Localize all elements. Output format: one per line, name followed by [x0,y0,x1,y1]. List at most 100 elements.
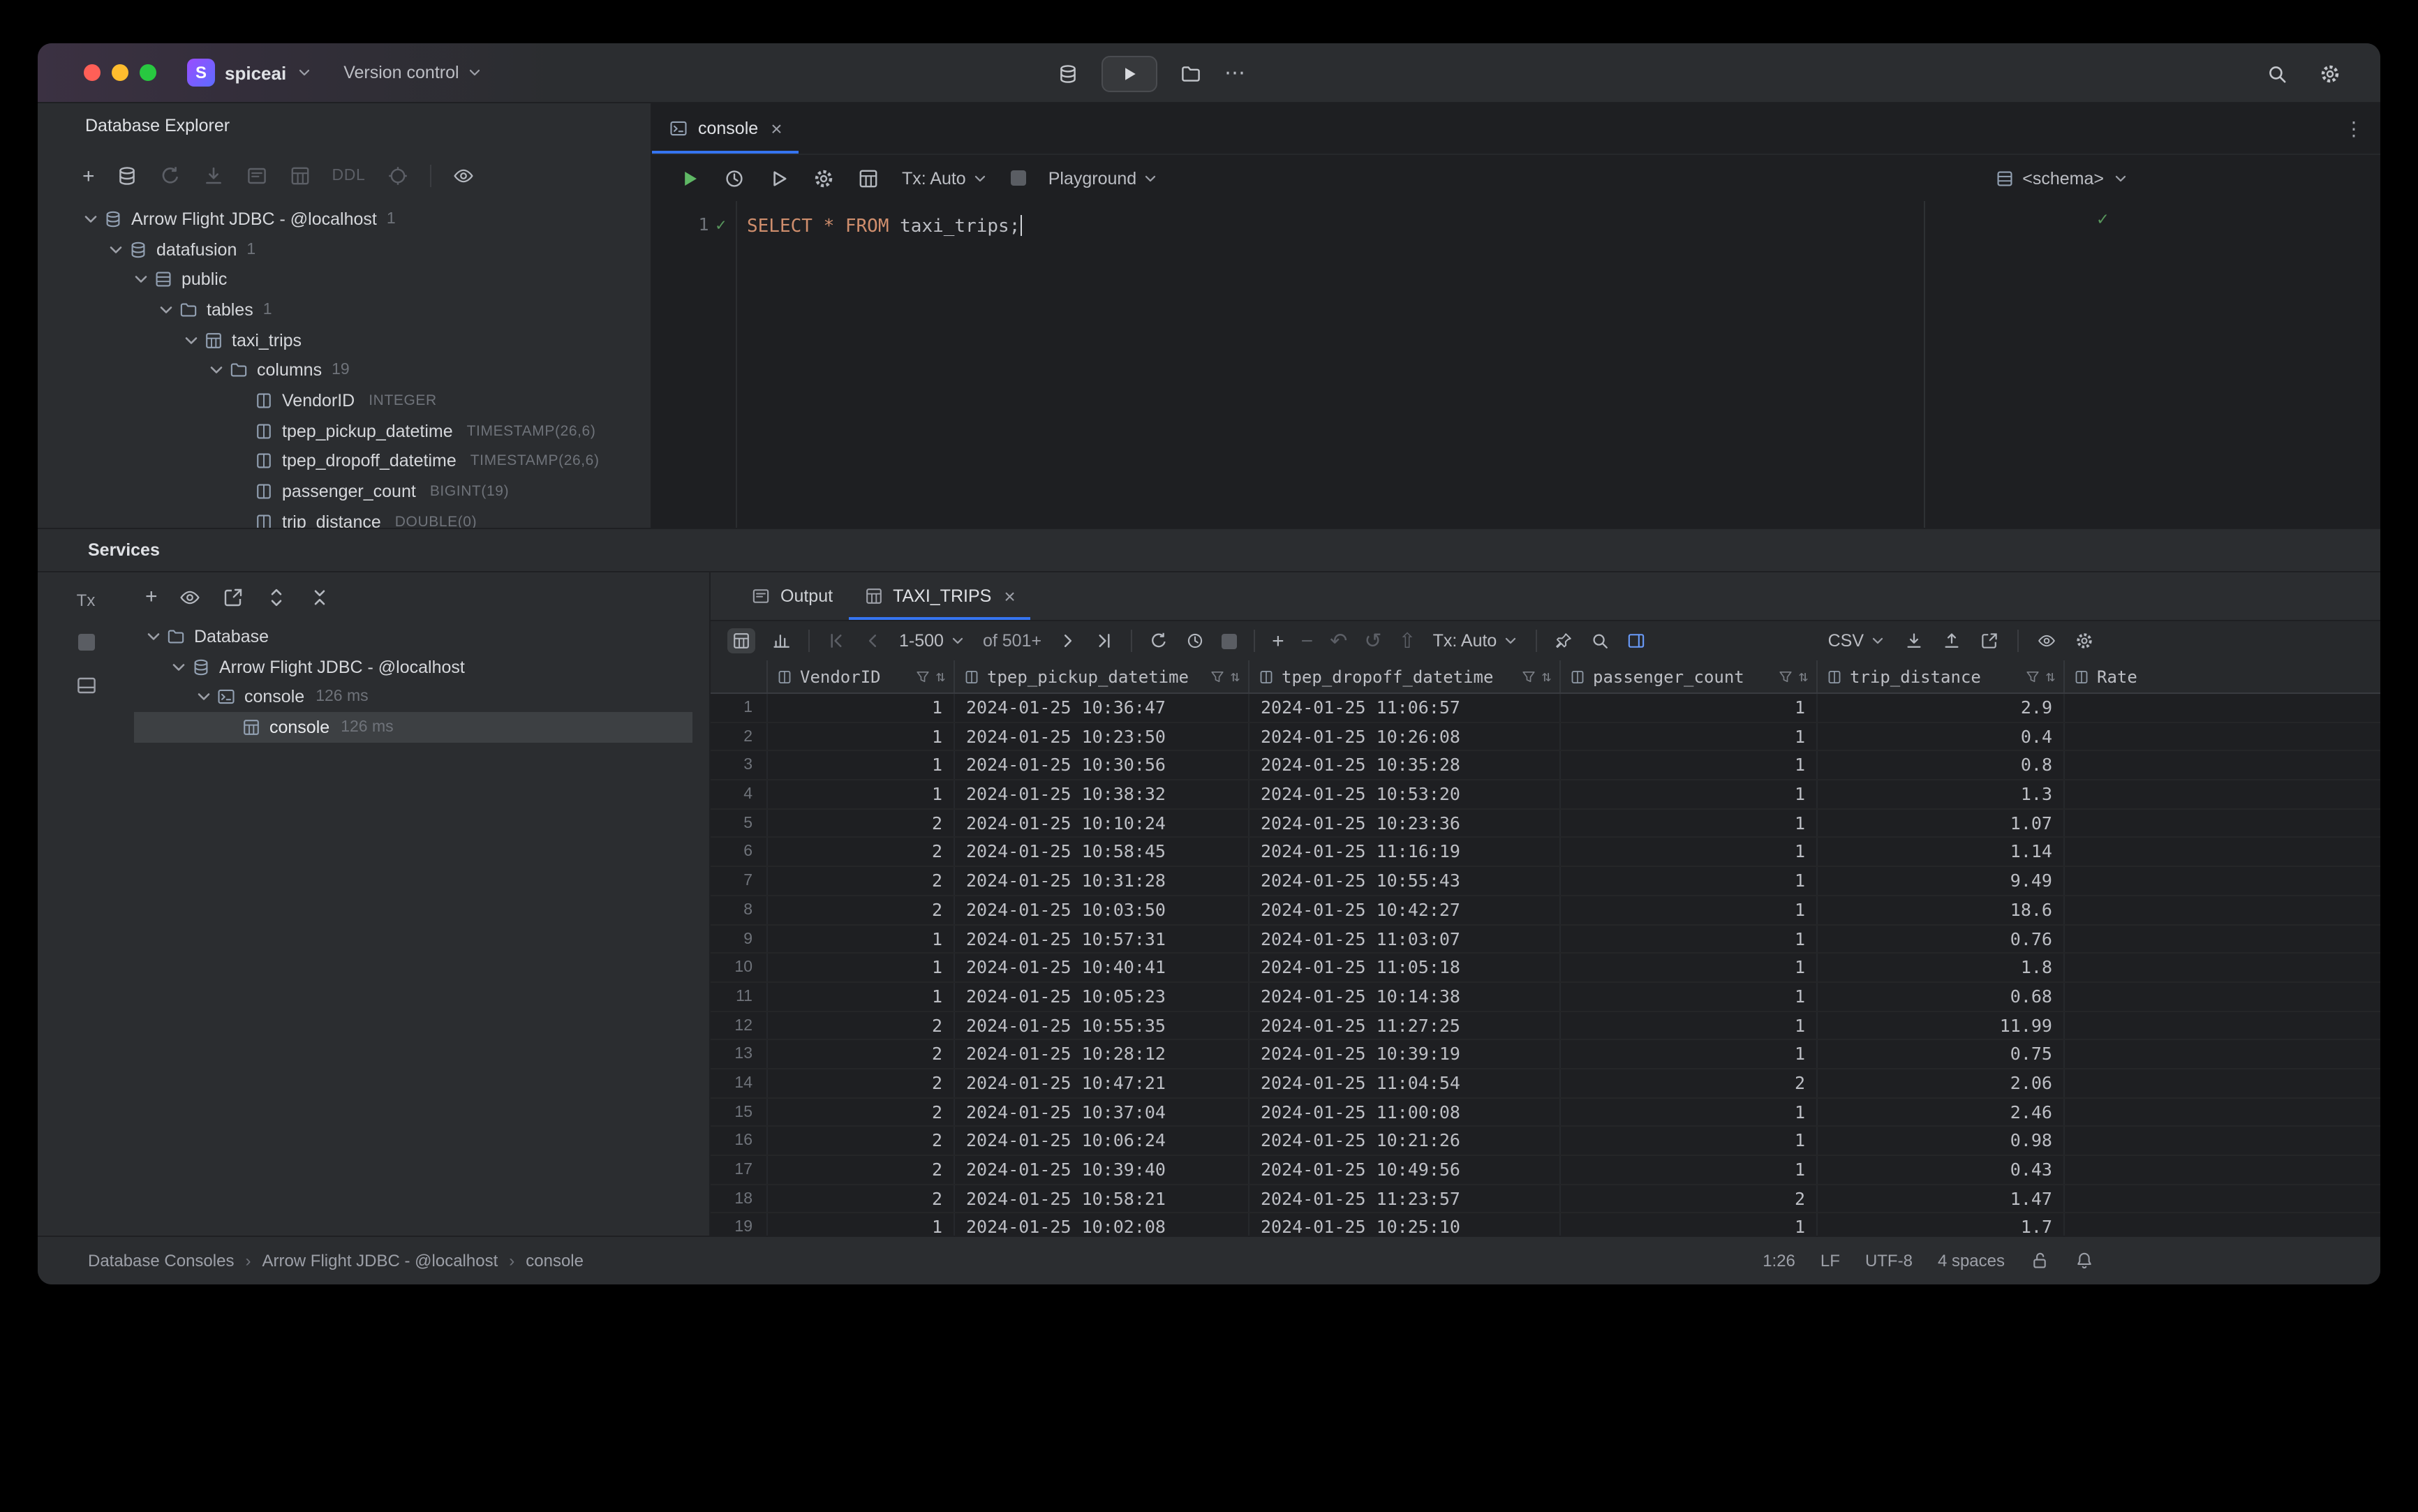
table-cell[interactable]: 2024-01-25 10:06:24 [955,1127,1249,1155]
chart-view-icon[interactable] [772,631,792,651]
collapse-all-icon[interactable] [309,586,331,608]
view-options-icon[interactable] [452,165,474,187]
table-cell[interactable]: 1 [1561,722,1818,750]
table-cell[interactable]: 2 [768,1040,955,1068]
submit-icon[interactable]: ⇧ [1398,630,1416,651]
table-cell[interactable]: 2 [768,1127,955,1155]
table-cell[interactable]: 2024-01-25 11:04:54 [1249,1069,1561,1097]
find-icon[interactable] [1590,631,1610,651]
tab-console[interactable]: console × [652,103,799,154]
chevron-down-icon[interactable] [168,657,190,676]
table-cell[interactable]: 2024-01-25 10:31:28 [955,867,1249,895]
add-data-source-button[interactable]: + [82,165,95,186]
last-page-icon[interactable] [1095,631,1114,651]
breadcrumb-item[interactable]: console [526,1251,584,1270]
export-format-select[interactable]: CSV [1828,631,1886,651]
table-cell[interactable]: 2024-01-25 10:42:27 [1249,896,1561,924]
project-folder-icon[interactable] [1180,62,1202,84]
table-cell[interactable]: 2024-01-25 10:28:12 [955,1040,1249,1068]
db-tree-item-datafusion[interactable]: datafusion 1 [38,234,651,264]
view-options-icon[interactable] [179,586,201,608]
table-cell[interactable]: 2024-01-25 10:58:45 [955,838,1249,866]
table-cell[interactable]: 2024-01-25 11:06:57 [1249,694,1561,722]
table-cell[interactable]: 2 [1561,1069,1818,1097]
table-cell[interactable]: 2 [768,809,955,837]
table-row[interactable]: 3 1 2024-01-25 10:30:56 2024-01-25 10:35:28… [711,751,2380,780]
table-cell[interactable]: 2024-01-25 10:26:08 [1249,722,1561,750]
table-cell[interactable] [2065,722,2380,750]
table-cell[interactable]: 2 [768,896,955,924]
filter-icon[interactable] [1778,668,1795,685]
zoom-window-button[interactable] [140,64,156,81]
table-row[interactable]: 6 2 2024-01-25 10:58:45 2024-01-25 11:16:19… [711,838,2380,867]
table-cell[interactable]: 1 [1561,1098,1818,1126]
table-cell[interactable]: 2024-01-25 10:25:10 [1249,1213,1561,1236]
stop-icon[interactable] [1222,633,1238,648]
table-cell[interactable]: 2024-01-25 10:02:08 [955,1213,1249,1236]
table-cell[interactable]: 2024-01-25 10:23:36 [1249,809,1561,837]
table-row[interactable]: 12 2 2024-01-25 10:55:35 2024-01-25 11:27:2… [711,1011,2380,1040]
grid-view-button[interactable] [727,628,755,653]
playground-select[interactable]: Playground [1048,168,1159,188]
chevron-down-icon[interactable] [205,361,228,380]
page-range-select[interactable]: 1-500 [899,631,966,651]
export-icon[interactable] [1980,631,1999,651]
table-cell[interactable] [2065,694,2380,721]
table-cell[interactable] [2065,954,2380,981]
search-icon[interactable] [2266,62,2288,84]
tab-taxi-trips[interactable]: TAXI_TRIPS × [848,572,1031,620]
table-cell[interactable]: 1 [1561,954,1818,981]
table-cell[interactable] [2065,1156,2380,1183]
table-cell[interactable]: 1.3 [1818,780,2065,808]
table-cell[interactable]: 2 [768,1185,955,1213]
table-row[interactable]: 8 2 2024-01-25 10:03:50 2024-01-25 10:42:27… [711,896,2380,925]
tx-strip-label[interactable]: Tx [77,591,96,610]
sort-icon[interactable]: ⇅ [1231,669,1240,684]
database-explorer-header[interactable]: Database Explorer [38,103,651,148]
column-header-vendorid[interactable]: VendorID ⇅ [768,660,955,692]
breadcrumb-item[interactable]: Arrow Flight JDBC - @localhost [262,1251,498,1270]
db-tree-item-vendorid[interactable]: VendorID INTEGER [38,385,651,415]
table-cell[interactable]: 2 [768,1069,955,1097]
table-cell[interactable]: 2024-01-25 10:47:21 [955,1069,1249,1097]
table-row[interactable]: 17 2 2024-01-25 10:39:40 2024-01-25 10:49:5… [711,1156,2380,1185]
table-cell[interactable]: 2.46 [1818,1098,2065,1126]
db-tree-item-passenger-count[interactable]: passenger_count BIGINT(19) [38,476,651,506]
table-cell[interactable]: 0.75 [1818,1040,2065,1068]
table-cell[interactable]: 2 [768,867,955,895]
table-cell[interactable]: 1 [768,1213,955,1236]
table-cell[interactable]: 1 [1561,694,1818,722]
table-cell[interactable]: 1 [768,780,955,808]
run-button[interactable] [1102,55,1157,91]
breadcrumb-item[interactable]: Database Consoles [88,1251,234,1270]
table-cell[interactable] [2065,983,2380,1010]
next-page-icon[interactable] [1058,631,1078,651]
open-in-new-icon[interactable] [222,586,244,608]
table-row[interactable]: 11 1 2024-01-25 10:05:23 2024-01-25 10:14:3… [711,982,2380,1011]
open-query-console-icon[interactable] [246,165,268,187]
sql-editor[interactable]: 1 ✓ SELECT * FROM taxi_trips; ✓ [652,201,2380,528]
column-header-tpep-pickup-datetime[interactable]: tpep_pickup_datetime ⇅ [955,660,1249,692]
table-cell[interactable]: 2024-01-25 10:39:40 [955,1156,1249,1184]
side-panel-icon[interactable] [1626,631,1646,651]
chevron-down-icon[interactable] [105,239,127,259]
table-cell[interactable]: 1 [768,954,955,981]
table-row[interactable]: 15 2 2024-01-25 10:37:04 2024-01-25 11:00:0… [711,1098,2380,1127]
table-row[interactable]: 19 1 2024-01-25 10:02:08 2024-01-25 10:25:1… [711,1213,2380,1236]
table-row[interactable]: 7 2 2024-01-25 10:31:28 2024-01-25 10:55:43… [711,867,2380,896]
project-widget[interactable]: S spiceai [187,59,313,87]
table-cell[interactable] [2065,1041,2380,1068]
table-cell[interactable]: 2 [768,1011,955,1039]
table-cell[interactable] [2065,867,2380,894]
table-cell[interactable]: 1 [768,722,955,750]
table-cell[interactable] [2065,1011,2380,1039]
table-cell[interactable] [2065,896,2380,924]
table-cell[interactable]: 2 [1561,1185,1818,1213]
table-cell[interactable]: 2024-01-25 11:27:25 [1249,1011,1561,1039]
table-cell[interactable]: 1 [1561,1011,1818,1039]
navigate-icon[interactable] [386,165,408,187]
table-cell[interactable] [2065,838,2380,866]
stop-icon[interactable] [1010,170,1026,186]
table-cell[interactable]: 2024-01-25 10:37:04 [955,1098,1249,1126]
query-history-icon[interactable] [723,167,746,189]
